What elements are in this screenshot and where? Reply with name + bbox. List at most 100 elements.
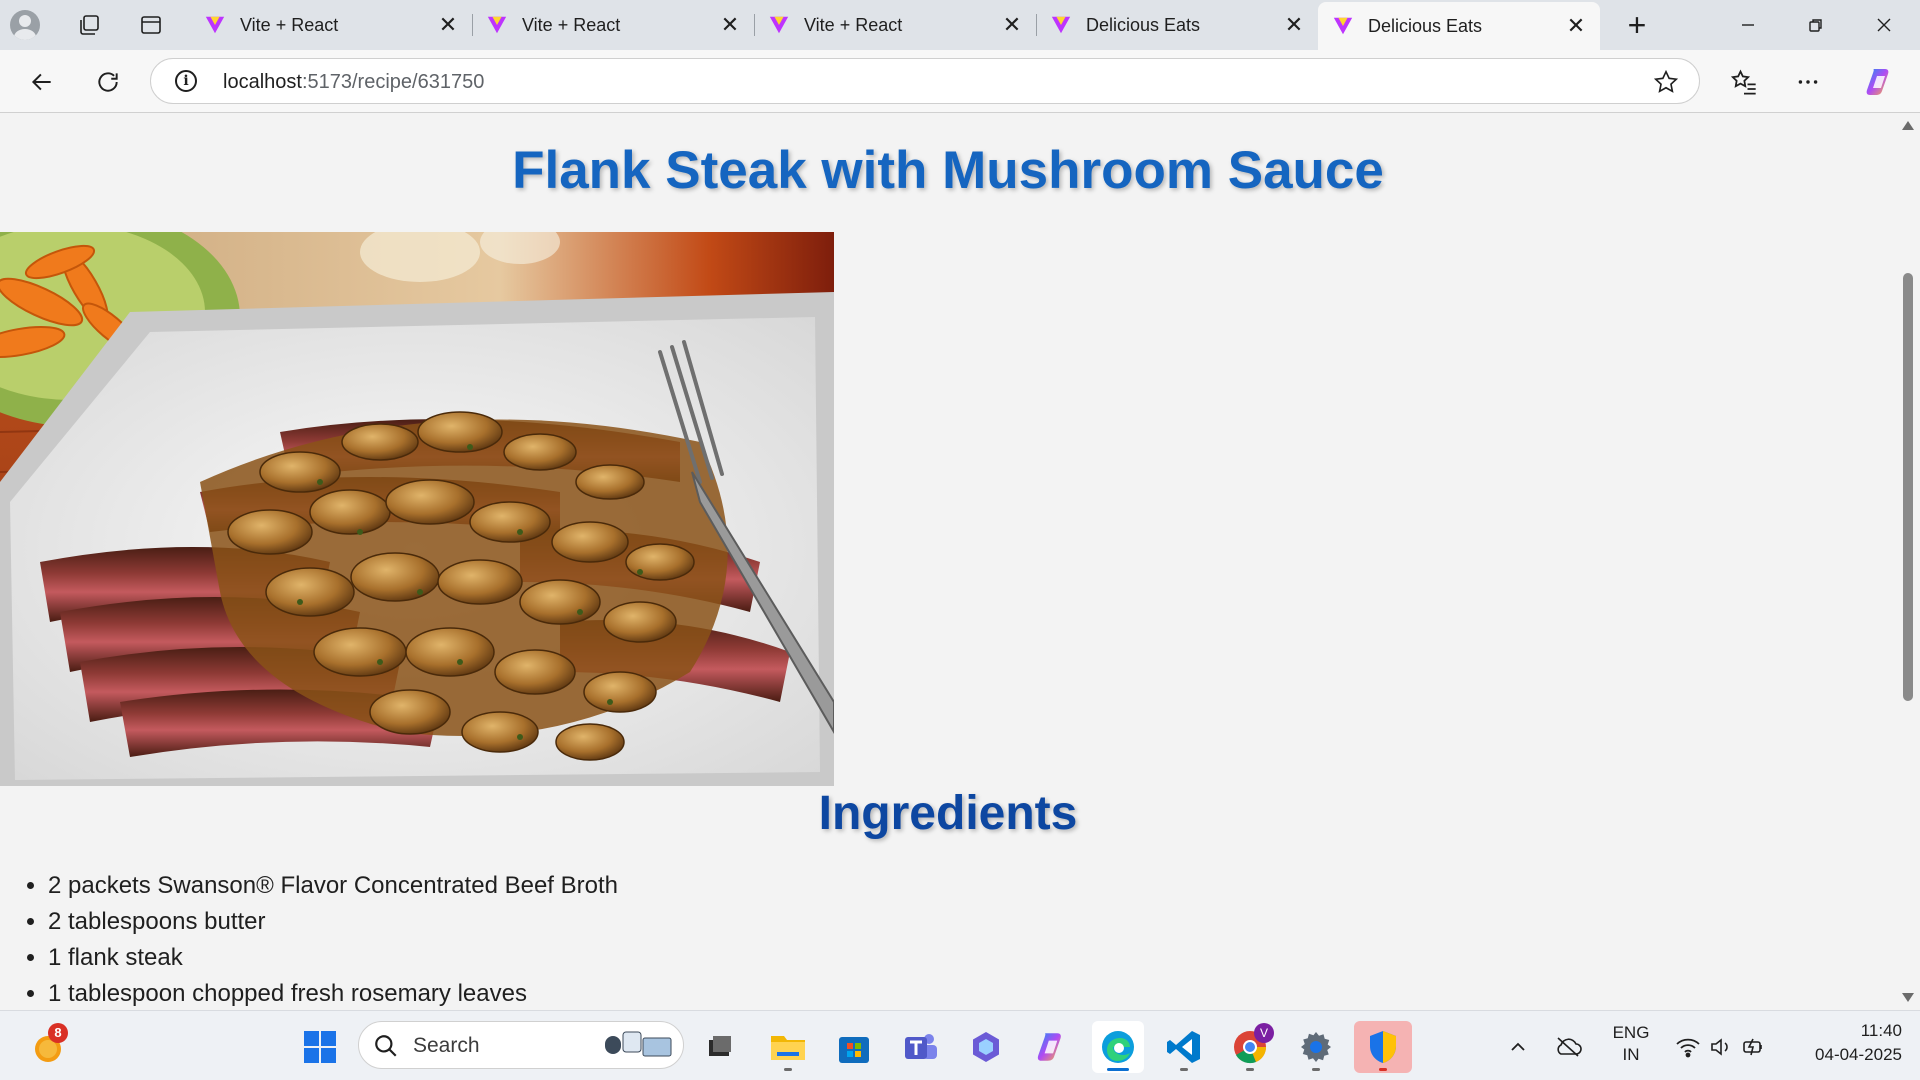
page-scrollbar[interactable]: [1896, 113, 1920, 1010]
favorite-star-icon[interactable]: [1653, 69, 1679, 95]
clock-time: 11:40: [1860, 1021, 1902, 1040]
taskbar-search-box[interactable]: Search: [358, 1021, 684, 1069]
back-button[interactable]: [20, 60, 64, 104]
search-placeholder: Search: [413, 1034, 480, 1057]
running-indicator: [1180, 1068, 1188, 1071]
settings-button[interactable]: [1290, 1021, 1342, 1073]
clock[interactable]: 11:40 04-04-2025: [1790, 1021, 1902, 1065]
tab-vite-react-2[interactable]: Vite + React ✕: [472, 0, 754, 50]
url-text[interactable]: localhost:5173/recipe/631750: [223, 71, 484, 94]
vscode-icon: [1167, 1031, 1200, 1063]
vertical-tabs-icon: [141, 16, 161, 34]
edge-icon: [1102, 1031, 1134, 1063]
ingredient-item: 2 packets Swanson® Flavor Concentrated B…: [48, 868, 618, 904]
cloud-offline-icon: [1557, 1037, 1582, 1057]
hexagon-app-icon: [973, 1032, 999, 1062]
windows-logo-icon: [304, 1031, 336, 1063]
weather-widget[interactable]: 8: [22, 1021, 74, 1073]
close-window-button[interactable]: [1850, 0, 1918, 50]
copilot-taskbar-button[interactable]: [1026, 1021, 1078, 1073]
workspaces-icon: [80, 15, 99, 35]
language-indicator[interactable]: ENG IN: [1606, 1023, 1656, 1065]
volume-icon: [1711, 1038, 1728, 1056]
ingredient-item: 2 tablespoons butter: [48, 904, 618, 940]
region-code: IN: [1622, 1045, 1640, 1064]
task-view-icon: [709, 1036, 731, 1056]
running-indicator: [1379, 1068, 1387, 1071]
vite-favicon-icon: [205, 16, 225, 34]
wifi-icon: [1676, 1038, 1700, 1058]
shield-icon: [1370, 1031, 1396, 1063]
start-button[interactable]: [294, 1021, 346, 1073]
favorites-list-icon: [1730, 69, 1756, 95]
tab-vite-react-1[interactable]: Vite + React ✕: [190, 0, 472, 50]
security-app-button[interactable]: [1354, 1021, 1412, 1073]
vscode-button[interactable]: [1158, 1021, 1210, 1073]
vite-favicon-icon: [1051, 16, 1071, 34]
refresh-button[interactable]: [86, 60, 130, 104]
new-tab-button[interactable]: +: [1612, 0, 1662, 50]
copilot-button[interactable]: [1858, 60, 1902, 104]
battery-charging-icon: [1743, 1038, 1762, 1056]
site-info-icon[interactable]: i: [175, 70, 197, 92]
tab-delicious-eats-1[interactable]: Delicious Eats ✕: [1036, 0, 1318, 50]
onedrive-button[interactable]: [1548, 1021, 1588, 1073]
running-indicator: [784, 1068, 792, 1071]
clock-date: 04-04-2025: [1815, 1045, 1902, 1064]
tray-overflow-button[interactable]: [1500, 1021, 1536, 1073]
plus-icon: +: [1627, 6, 1647, 43]
address-bar[interactable]: i localhost:5173/recipe/631750: [150, 58, 1700, 104]
tab-close-icon[interactable]: ✕: [720, 12, 740, 38]
workspaces-button[interactable]: [64, 0, 114, 50]
copilot-app-button[interactable]: [960, 1021, 1012, 1073]
tab-title: Delicious Eats: [1086, 14, 1201, 35]
ingredients-heading: Ingredients: [818, 787, 1078, 840]
recipe-image: [0, 232, 834, 786]
favorites-button[interactable]: [1722, 60, 1766, 104]
restore-icon: [1809, 19, 1822, 32]
file-explorer-button[interactable]: [762, 1021, 814, 1073]
teams-button[interactable]: [894, 1021, 946, 1073]
gear-icon: [1301, 1032, 1331, 1062]
weather-badge: 8: [48, 1023, 68, 1043]
steak-photo-illustration: [0, 232, 834, 786]
search-highlight-illustration-icon: [605, 1031, 672, 1057]
edge-button[interactable]: [1092, 1021, 1144, 1073]
tab-title: Delicious Eats: [1368, 15, 1483, 36]
minimize-button[interactable]: [1714, 0, 1782, 50]
avatar-icon: [10, 10, 40, 40]
scroll-down-arrow-icon[interactable]: [1902, 993, 1914, 1002]
ingredients-list: 2 packets Swanson® Flavor Concentrated B…: [0, 868, 618, 1010]
chevron-up-icon: [1511, 1042, 1525, 1051]
language-code: ENG: [1612, 1023, 1650, 1042]
active-indicator: [1107, 1068, 1129, 1071]
chrome-button[interactable]: V: [1224, 1021, 1276, 1073]
search-icon: [375, 1035, 397, 1057]
tab-strip: Vite + React ✕ Vite + React ✕ Vite + Rea…: [0, 0, 1920, 50]
quick-settings-button[interactable]: [1666, 1021, 1776, 1073]
microsoft-store-button[interactable]: [828, 1021, 880, 1073]
tab-vite-react-3[interactable]: Vite + React ✕: [754, 0, 1036, 50]
more-options-button[interactable]: [1786, 60, 1830, 104]
tab-delicious-eats-active[interactable]: Delicious Eats ✕: [1318, 2, 1600, 50]
close-icon: [1877, 18, 1891, 32]
tab-actions-button[interactable]: [126, 0, 176, 50]
copilot-icon: [1866, 69, 1889, 95]
tab-close-icon[interactable]: ✕: [1002, 12, 1022, 38]
tab-close-icon[interactable]: ✕: [1566, 13, 1586, 39]
profile-button[interactable]: [0, 0, 50, 50]
arrow-left-icon: [31, 73, 51, 91]
restore-button[interactable]: [1782, 0, 1850, 50]
vite-favicon-icon: [1333, 17, 1353, 35]
ellipsis-icon: [1798, 80, 1818, 84]
tab-close-icon[interactable]: ✕: [438, 12, 458, 38]
teams-icon: [905, 1034, 937, 1059]
vite-favicon-icon: [487, 16, 507, 34]
scroll-up-arrow-icon[interactable]: [1902, 121, 1914, 130]
task-view-button[interactable]: [694, 1021, 746, 1073]
windows-taskbar: 8 Search V ENG IN 11:40 04-04-2025: [0, 1010, 1920, 1080]
running-indicator: [1312, 1068, 1320, 1071]
ingredient-item: 1 flank steak: [48, 940, 618, 976]
scrollbar-thumb[interactable]: [1903, 273, 1913, 701]
tab-close-icon[interactable]: ✕: [1284, 12, 1304, 38]
